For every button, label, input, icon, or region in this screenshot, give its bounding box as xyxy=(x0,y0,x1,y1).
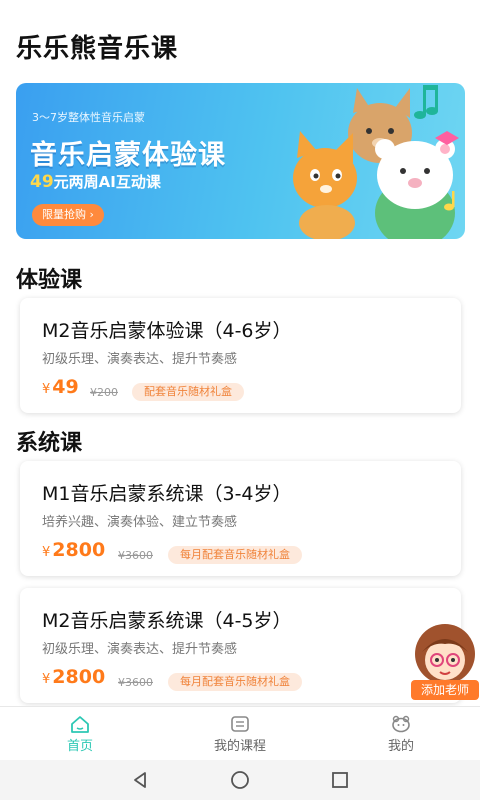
banner-buy-button[interactable]: 限量抢购 › xyxy=(32,204,104,226)
banner-animals-illustration xyxy=(293,85,459,239)
add-teacher-label: 添加老师 xyxy=(411,680,479,700)
course-price: ¥2800 xyxy=(42,666,105,691)
tab-label: 我的 xyxy=(387,739,414,754)
currency-symbol: ¥ xyxy=(42,382,51,397)
tab-label: 首页 xyxy=(66,739,93,754)
course-description: 初级乐理、演奏表达、提升节奏感 xyxy=(42,642,238,657)
back-icon[interactable] xyxy=(130,770,150,790)
add-teacher-button[interactable]: 添加老师 xyxy=(410,622,480,700)
course-description: 培养兴趣、演奏体验、建立节奏感 xyxy=(42,515,238,530)
banner-title: 音乐启蒙体验课 xyxy=(30,140,226,171)
profile-icon xyxy=(392,715,410,733)
promo-banner[interactable]: 3～7岁整体性音乐启蒙 音乐启蒙体验课 49元两周AI互动课 限量抢购 › xyxy=(16,83,465,239)
bottom-tab-bar: 首页 我的课程 我的 xyxy=(0,706,480,760)
course-price: ¥2800 xyxy=(42,539,105,564)
course-gift-badge: 每月配套音乐随材礼盒 xyxy=(168,546,302,564)
banner-price-number: 49 xyxy=(30,172,54,192)
course-original-price: ¥200 xyxy=(90,386,118,399)
course-original-price: ¥3600 xyxy=(118,676,153,689)
tab-profile[interactable]: 我的 xyxy=(341,715,461,754)
currency-symbol: ¥ xyxy=(42,672,51,687)
course-card-trial[interactable]: M2音乐启蒙体验课（4-6岁） 初级乐理、演奏表达、提升节奏感 ¥49 ¥200… xyxy=(20,298,461,413)
course-price-value: 2800 xyxy=(52,539,106,561)
tab-home[interactable]: 首页 xyxy=(20,715,140,754)
teacher-avatar-icon xyxy=(415,624,475,684)
course-card-system-m2[interactable]: M2音乐启蒙系统课（4-5岁） 初级乐理、演奏表达、提升节奏感 ¥2800 ¥3… xyxy=(20,588,461,703)
home-circle-icon[interactable] xyxy=(230,770,250,790)
recent-apps-icon[interactable] xyxy=(330,770,350,790)
course-price: ¥49 xyxy=(42,376,79,401)
course-price-value: 49 xyxy=(52,376,79,398)
course-price-value: 2800 xyxy=(52,666,106,688)
course-title: M2音乐启蒙体验课（4-6岁） xyxy=(42,320,292,342)
course-gift-badge: 每月配套音乐随材礼盒 xyxy=(168,673,302,691)
course-original-price: ¥3600 xyxy=(118,549,153,562)
course-title: M1音乐启蒙系统课（3-4岁） xyxy=(42,483,292,505)
course-description: 初级乐理、演奏表达、提升节奏感 xyxy=(42,352,238,367)
section-title-trial: 体验课 xyxy=(16,268,83,293)
system-navigation-bar xyxy=(0,760,480,800)
course-gift-badge: 配套音乐随材礼盒 xyxy=(132,383,244,401)
course-title: M2音乐启蒙系统课（4-5岁） xyxy=(42,610,292,632)
banner-subtitle: 3～7岁整体性音乐启蒙 xyxy=(32,111,145,124)
home-icon xyxy=(71,716,89,733)
banner-price-suffix: 元两周AI互动课 xyxy=(53,173,161,191)
course-icon xyxy=(231,716,249,732)
course-card-system-m1[interactable]: M1音乐启蒙系统课（3-4岁） 培养兴趣、演奏体验、建立节奏感 ¥2800 ¥3… xyxy=(20,461,461,576)
currency-symbol: ¥ xyxy=(42,545,51,560)
banner-price-line: 49元两周AI互动课 xyxy=(30,171,161,192)
tab-my-courses[interactable]: 我的课程 xyxy=(180,715,300,754)
page-title: 乐乐熊音乐课 xyxy=(16,34,179,64)
tab-label: 我的课程 xyxy=(213,739,266,754)
section-title-system: 系统课 xyxy=(16,431,83,456)
